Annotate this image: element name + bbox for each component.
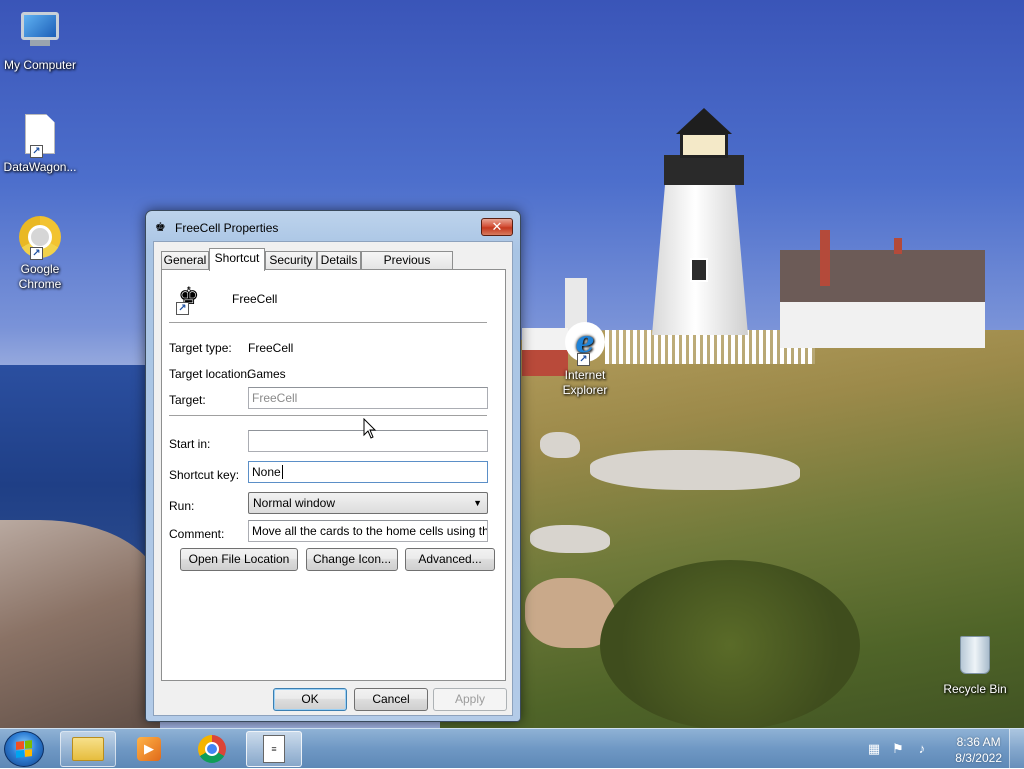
wallpaper-rock bbox=[530, 525, 610, 553]
document-icon: ↗ bbox=[18, 114, 62, 158]
change-icon-button[interactable]: Change Icon... bbox=[306, 548, 398, 571]
tab-general[interactable]: General bbox=[161, 251, 209, 270]
dialog-titlebar[interactable]: ♚ FreeCell Properties ✕ bbox=[146, 211, 520, 241]
clock-date: 8/3/2022 bbox=[955, 751, 1002, 765]
target-field[interactable]: FreeCell bbox=[248, 387, 488, 409]
wallpaper-house-roof bbox=[780, 250, 985, 302]
run-label: Run: bbox=[169, 499, 195, 513]
comment-label: Comment: bbox=[169, 527, 225, 541]
desktop-icon-datawagon[interactable]: ↗ DataWagon... bbox=[0, 114, 80, 175]
desktop-icon-label: Internet Explorer bbox=[562, 368, 608, 397]
comment-field[interactable]: Move all the cards to the home cells usi… bbox=[248, 520, 488, 542]
desktop-icon-label: My Computer bbox=[3, 58, 77, 72]
file-explorer-icon bbox=[72, 737, 104, 761]
run-select[interactable]: Normal window ▼ bbox=[248, 492, 488, 514]
wallpaper-lighthouse-gallery bbox=[664, 155, 744, 185]
wallpaper-rocks bbox=[0, 520, 160, 728]
shortcut-name: FreeCell bbox=[232, 292, 278, 306]
mouse-cursor-icon bbox=[363, 418, 377, 439]
target-location-label: Target location: bbox=[169, 367, 251, 381]
wallpaper-lighthouse-roof bbox=[676, 108, 732, 134]
show-desktop-button[interactable] bbox=[1009, 729, 1024, 769]
taskbar: ▶ ≡ ▦ ⚑ ♪ 8:36 AM 8/3/2022 bbox=[0, 728, 1024, 769]
desktop-icon-internet-explorer[interactable]: e ↗ Internet Explorer bbox=[545, 322, 625, 398]
start-in-label: Start in: bbox=[169, 437, 211, 451]
chrome-icon bbox=[198, 735, 226, 763]
target-type-label: Target type: bbox=[169, 341, 232, 355]
desktop-icon-recycle-bin[interactable]: Recycle Bin bbox=[935, 632, 1015, 697]
cancel-button[interactable]: Cancel bbox=[354, 688, 428, 711]
target-location-value: Games bbox=[247, 367, 286, 381]
document-icon: ≡ bbox=[263, 735, 285, 763]
divider bbox=[169, 415, 487, 417]
clock[interactable]: 8:36 AM 8/3/2022 bbox=[955, 734, 1002, 766]
open-file-location-button[interactable]: Open File Location bbox=[180, 548, 298, 571]
internet-explorer-icon: e ↗ bbox=[563, 322, 607, 366]
tab-details[interactable]: Details bbox=[317, 251, 361, 270]
tab-shortcut[interactable]: Shortcut bbox=[209, 248, 265, 271]
taskbar-file-explorer[interactable] bbox=[60, 731, 116, 767]
target-label: Target: bbox=[169, 393, 206, 407]
chevron-down-icon: ▼ bbox=[473, 498, 482, 508]
volume-icon[interactable]: ♪ bbox=[914, 741, 930, 757]
tab-previous-versions[interactable]: Previous Versions bbox=[361, 251, 453, 284]
apply-button[interactable]: Apply bbox=[433, 688, 507, 711]
start-button[interactable] bbox=[4, 731, 44, 767]
freecell-app-icon: ♚ ↗ bbox=[176, 283, 206, 315]
ok-button[interactable]: OK bbox=[273, 688, 347, 711]
wallpaper-bush bbox=[600, 560, 860, 728]
taskbar-media-player[interactable]: ▶ bbox=[121, 731, 177, 767]
desktop-icon-label: Google Chrome bbox=[18, 262, 62, 291]
wallpaper-chimney bbox=[894, 238, 902, 254]
recycle-bin-icon bbox=[953, 636, 997, 680]
wallpaper-rock bbox=[540, 432, 580, 458]
shortcut-arrow-icon: ↗ bbox=[30, 145, 43, 158]
wallpaper-lighthouse-window bbox=[690, 258, 708, 282]
wallpaper-chimney bbox=[820, 230, 830, 286]
run-selected-value: Normal window bbox=[253, 496, 336, 510]
desktop-icon-label: Recycle Bin bbox=[943, 682, 1007, 696]
shortcut-key-label: Shortcut key: bbox=[169, 468, 240, 482]
wallpaper-lighthouse-lantern bbox=[680, 132, 728, 158]
clock-time: 8:36 AM bbox=[956, 735, 1001, 749]
media-player-icon: ▶ bbox=[137, 737, 161, 761]
action-center-flag-icon[interactable]: ⚑ bbox=[890, 741, 906, 757]
text-caret bbox=[281, 465, 283, 479]
divider bbox=[169, 322, 487, 324]
desktop-icon-my-computer[interactable]: My Computer bbox=[0, 10, 80, 73]
chrome-icon: ↗ bbox=[18, 216, 62, 260]
network-icon[interactable]: ▦ bbox=[866, 741, 882, 757]
shortcut-key-value: None bbox=[252, 465, 281, 479]
taskbar-chrome[interactable] bbox=[184, 731, 240, 767]
tab-security[interactable]: Security bbox=[265, 251, 317, 270]
target-type-value: FreeCell bbox=[248, 341, 294, 355]
shortcut-tab-panel: ♚ ↗ FreeCell Target type: FreeCell Targe… bbox=[161, 269, 506, 681]
desktop-icon-label: DataWagon... bbox=[3, 160, 77, 174]
freecell-properties-dialog: ♚ FreeCell Properties ✕ General Shortcut… bbox=[145, 210, 521, 722]
shortcut-key-field[interactable]: None bbox=[248, 461, 488, 483]
computer-icon bbox=[18, 12, 62, 56]
shortcut-arrow-icon: ↗ bbox=[30, 247, 43, 260]
taskbar-freecell-properties[interactable]: ≡ bbox=[246, 731, 302, 767]
dialog-client-area: General Shortcut Security Details Previo… bbox=[153, 241, 513, 716]
freecell-icon: ♚ bbox=[155, 220, 166, 234]
windows-logo-icon bbox=[16, 740, 32, 758]
close-button[interactable]: ✕ bbox=[481, 218, 513, 236]
dialog-title: FreeCell Properties bbox=[175, 221, 279, 235]
advanced-button[interactable]: Advanced... bbox=[405, 548, 495, 571]
system-tray: ▦ ⚑ ♪ 8:36 AM 8/3/2022 bbox=[860, 729, 1024, 769]
shortcut-arrow-icon: ↗ bbox=[176, 302, 189, 315]
shortcut-arrow-icon: ↗ bbox=[577, 353, 590, 366]
wallpaper-rock bbox=[590, 450, 800, 490]
desktop-icon-google-chrome[interactable]: ↗ Google Chrome bbox=[0, 216, 80, 292]
close-icon: ✕ bbox=[491, 219, 503, 234]
